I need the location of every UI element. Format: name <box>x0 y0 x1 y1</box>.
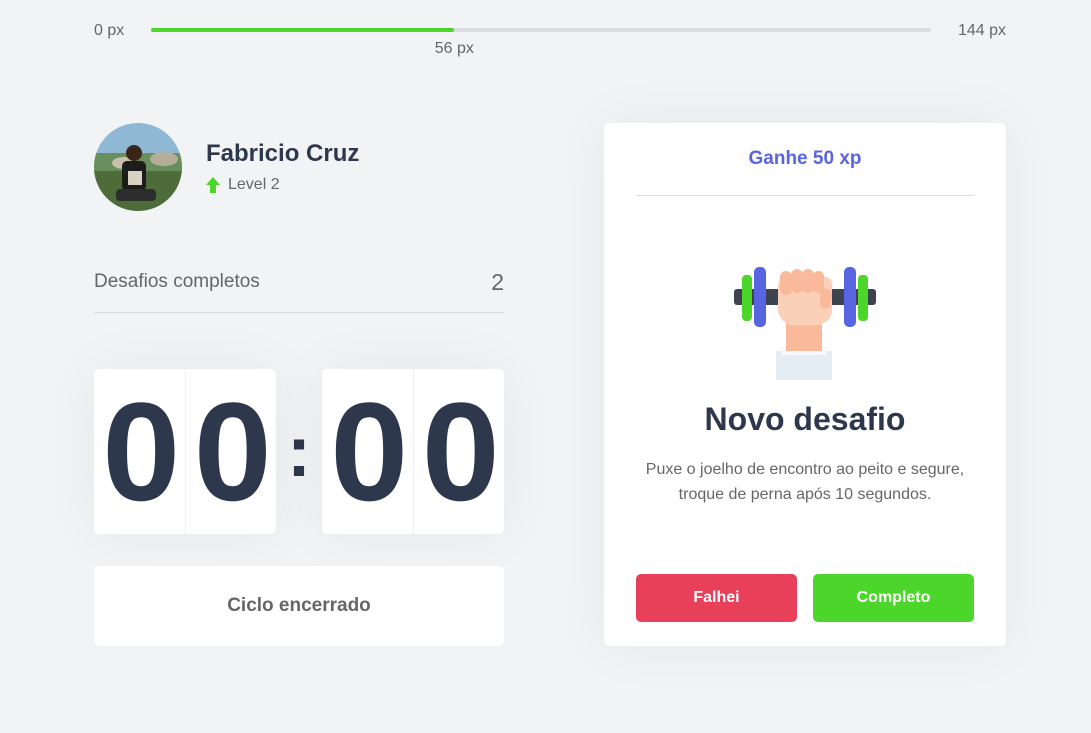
completed-challenges: Desafios completos 2 <box>94 262 504 313</box>
challenge-reward: Ganhe 50 xp <box>636 123 974 196</box>
challenge-card: Ganhe 50 xp Novo desafio Puxe o joelho d… <box>604 123 1006 646</box>
xp-current-label: 56 px <box>434 40 474 57</box>
dumbbell-icon <box>734 267 876 380</box>
challenge-description: Puxe o joelho de encontro ao peito e seg… <box>645 461 965 503</box>
experience-bar: 0 px 56 px 144 px <box>94 20 1006 60</box>
minute-digit-right: 0 <box>184 369 277 534</box>
xp-track <box>151 28 931 32</box>
challenge-title: Novo desafio <box>704 401 906 437</box>
cycle-button[interactable]: Ciclo encerrado <box>94 566 504 646</box>
profile: Fabricio Cruz Level 2 <box>94 123 359 211</box>
completed-challenges-count: 2 <box>491 268 504 295</box>
profile-level: Level 2 <box>206 176 359 194</box>
complete-button[interactable]: Completo <box>813 574 974 622</box>
completed-challenges-label: Desafios completos <box>94 271 260 292</box>
second-digit-left: 0 <box>330 372 408 530</box>
xp-min-label: 0 px <box>94 22 125 39</box>
level-label: Level 2 <box>228 176 280 193</box>
fail-button[interactable]: Falhei <box>636 574 797 622</box>
countdown-minutes: 0 0 <box>94 369 276 534</box>
avatar-image <box>94 123 182 211</box>
minute-digit-left: 0 <box>102 372 180 530</box>
countdown-seconds: 0 0 <box>322 369 504 534</box>
challenge-actions: Falhei Completo <box>636 574 974 622</box>
countdown-separator: : <box>287 411 311 492</box>
arrow-up-icon <box>206 177 220 193</box>
countdown: 0 0 : 0 0 <box>94 369 504 534</box>
profile-name: Fabricio Cruz <box>206 140 360 167</box>
xp-max-label: 144 px <box>957 22 1006 39</box>
avatar <box>94 123 182 211</box>
second-digit-right: 0 <box>412 369 505 534</box>
xp-fill <box>151 28 455 32</box>
